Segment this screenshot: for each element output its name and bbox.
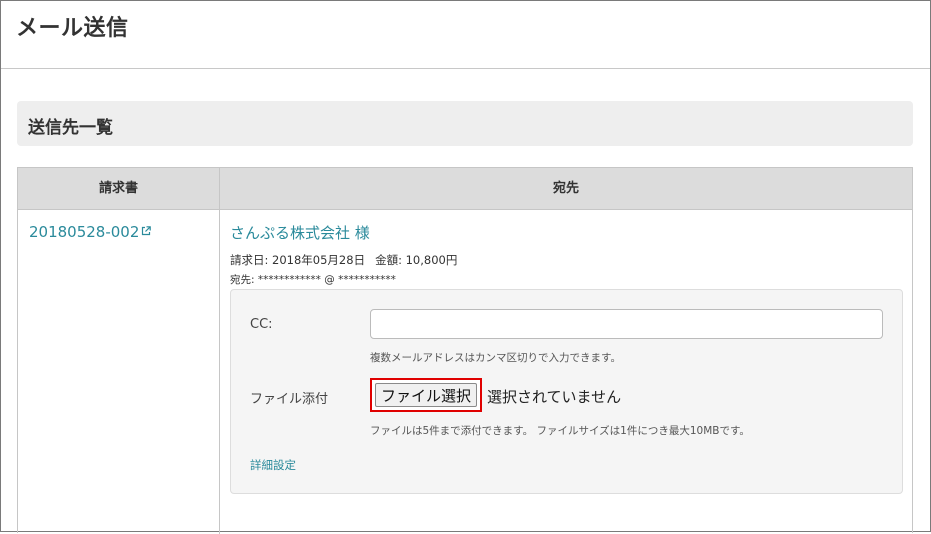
recipient-table: 請求書 宛先 20180528-002 さんぷる株式会社 様 請求日: 2018… (17, 167, 913, 534)
attachment-label: ファイル添付 (250, 392, 329, 407)
attachment-help-text: ファイルは5件まで添付できます。 ファイルサイズは1件につき最大10MBです。 (370, 425, 750, 437)
file-select-button[interactable]: ファイル選択 (375, 383, 477, 407)
advanced-settings-link[interactable]: 詳細設定 (250, 457, 296, 473)
invoice-meta: 請求日: 2018年05月28日 金額: 10,800円 (230, 252, 457, 268)
page-title: メール送信 (16, 16, 129, 41)
invoice-date: 2018年05月28日 (272, 253, 366, 267)
cc-help-text: 複数メールアドレスはカンマ区切りで入力できます。 (370, 352, 621, 364)
section-header: 送信先一覧 (17, 101, 913, 146)
column-header-invoice: 請求書 (98, 181, 138, 196)
to-label: 宛先: (230, 274, 255, 286)
invoice-date-label: 請求日: (230, 253, 269, 267)
invoice-number: 20180528-002 (29, 223, 140, 241)
file-status-text: 選択されていません (487, 388, 622, 406)
amount-value: 10,800円 (405, 253, 458, 267)
cc-input[interactable] (370, 309, 883, 339)
cc-label: CC: (250, 317, 273, 332)
external-link-icon (142, 226, 152, 236)
title-divider (1, 68, 930, 69)
mail-send-window: メール送信 送信先一覧 請求書 宛先 20180528-002 さんぷる株式会社… (0, 0, 931, 534)
invoice-number-link[interactable]: 20180528-002 (29, 223, 152, 241)
column-header-recipient: 宛先 (219, 168, 912, 210)
table-header: 請求書 宛先 (18, 168, 912, 210)
mail-options-panel: CC: 複数メールアドレスはカンマ区切りで入力できます。 ファイル添付 ファイル… (230, 289, 903, 494)
section-title: 送信先一覧 (28, 118, 113, 138)
column-divider (219, 210, 220, 534)
to-address: ************ @ *********** (257, 274, 396, 286)
recipient-address: 宛先: ************ @ *********** (230, 272, 396, 287)
amount-label: 金額: (375, 253, 402, 267)
company-name-link[interactable]: さんぷる株式会社 様 (230, 222, 370, 243)
file-select-highlight: ファイル選択 (370, 378, 482, 412)
